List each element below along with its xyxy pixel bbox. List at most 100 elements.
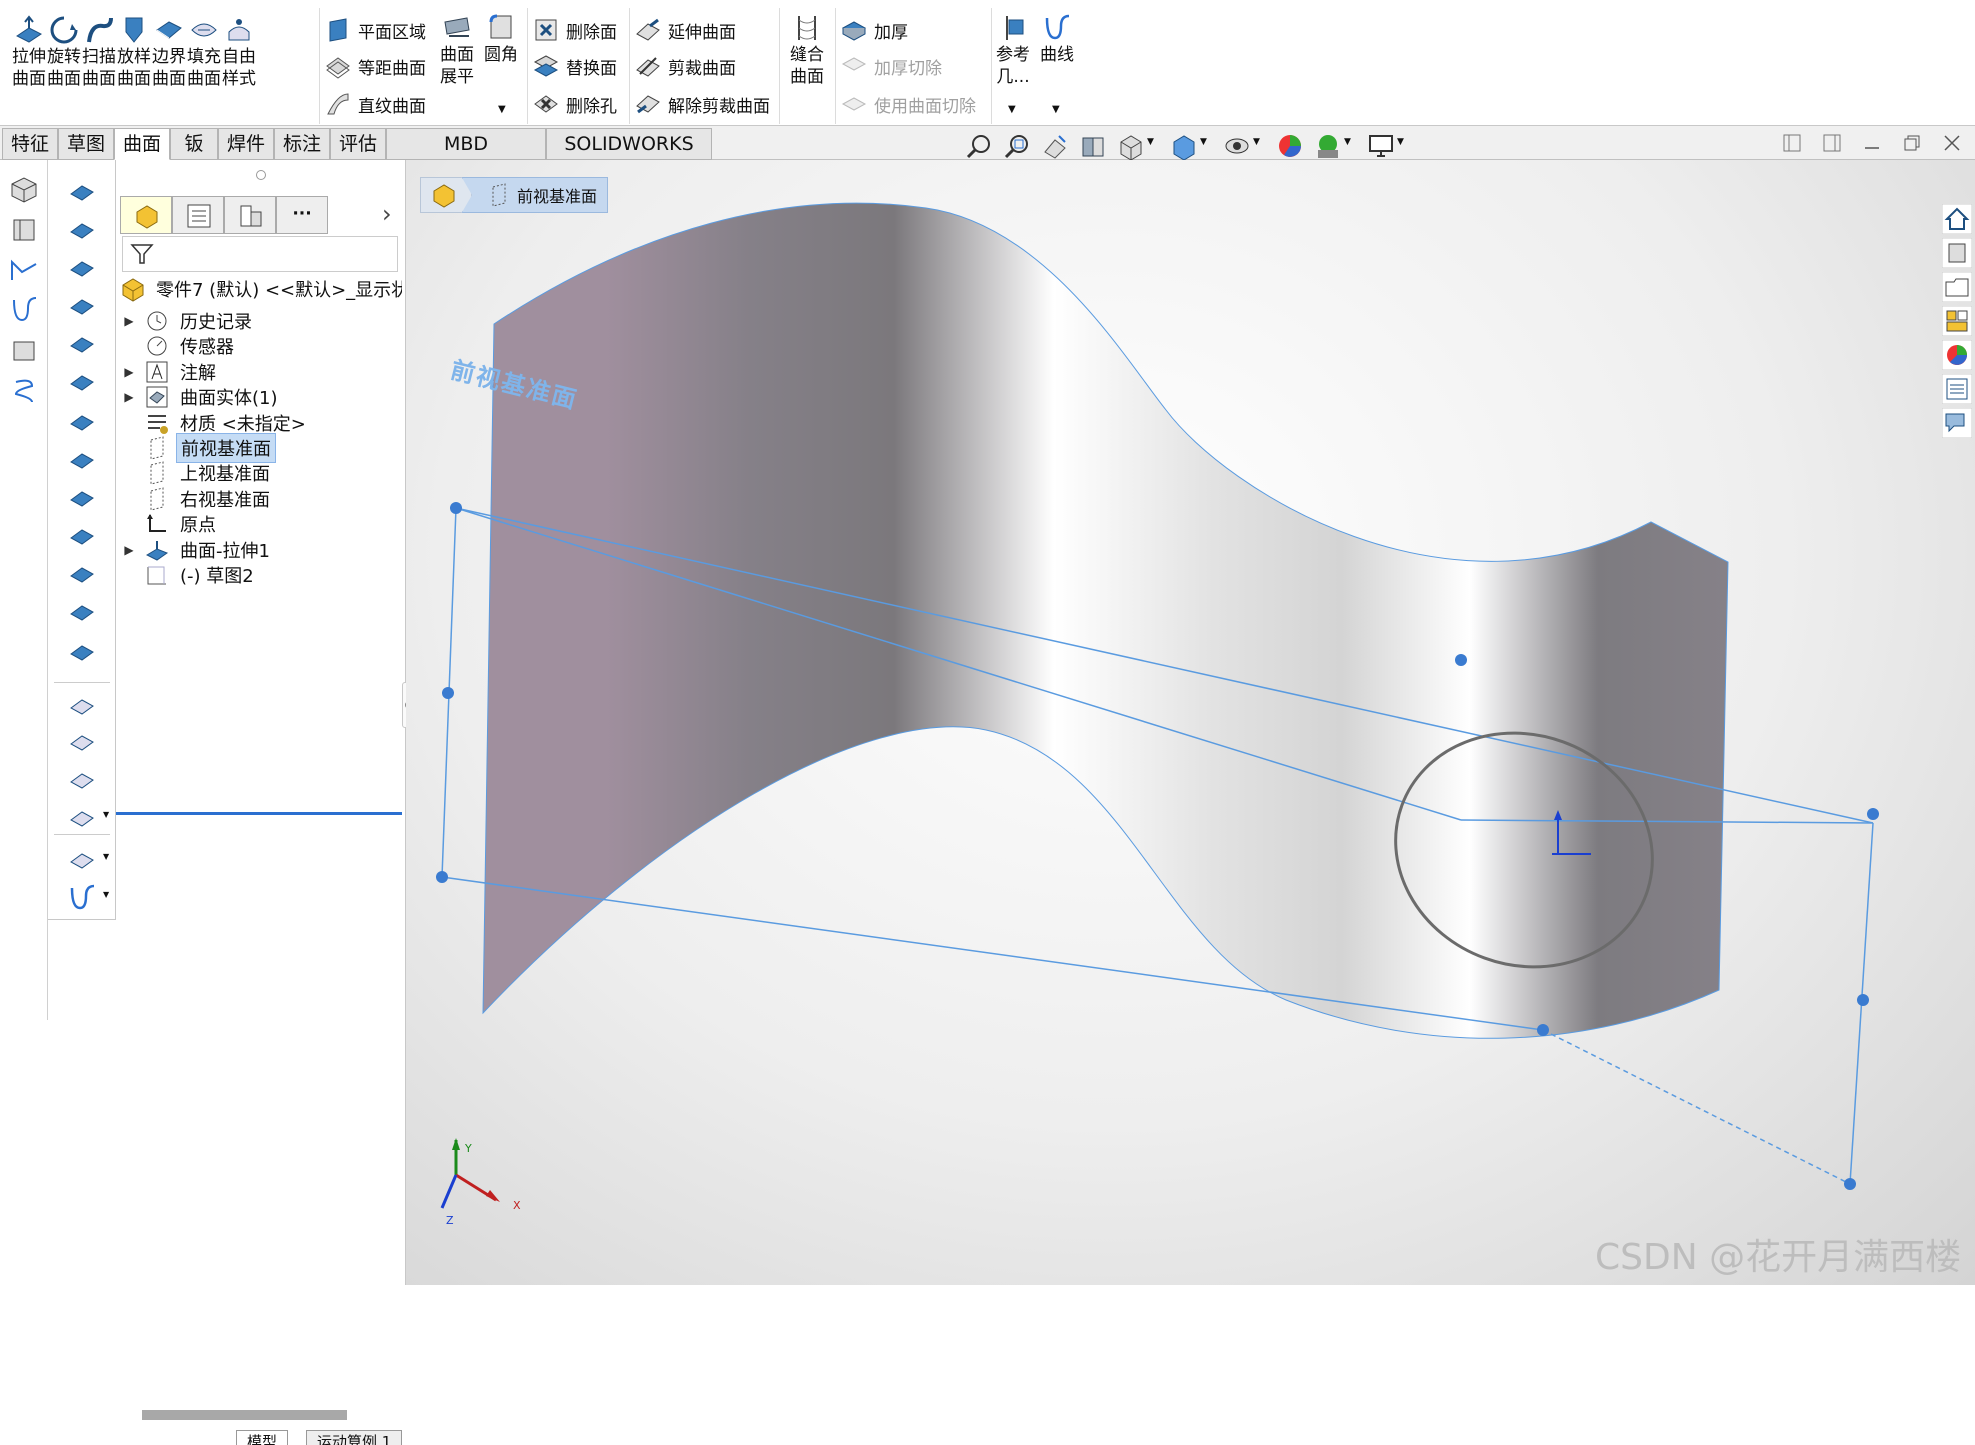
appearances-icon[interactable]	[1942, 340, 1972, 370]
view-orientation-icon[interactable]	[1117, 132, 1145, 160]
tab-6[interactable]: 评估	[330, 128, 386, 160]
view-settings-dropdown-icon[interactable]: ▼	[1397, 137, 1404, 147]
trim-surface-icon[interactable]	[66, 726, 98, 758]
surface-cut-button[interactable]: 使用曲面切除	[840, 88, 976, 120]
curves-icon[interactable]	[66, 882, 98, 914]
surface-body-icon[interactable]	[8, 214, 40, 246]
extend-surface-icon[interactable]	[66, 690, 98, 722]
breadcrumb-part[interactable]	[420, 177, 472, 213]
panel-grip-icon[interactable]	[256, 170, 266, 180]
graphics-area[interactable]: 前视基准面 Y X Z	[406, 160, 1975, 1285]
plane-handle[interactable]	[1455, 654, 1467, 666]
expand-arrow-icon[interactable]: ▶	[122, 390, 136, 404]
feature-tree-tab[interactable]	[120, 196, 172, 234]
planar-surface-button[interactable]: 平面区域	[324, 14, 426, 46]
planar-surface-icon[interactable]	[66, 406, 98, 438]
expand-arrow-icon[interactable]: ▶	[122, 365, 136, 379]
swept-surface-icon[interactable]	[66, 252, 98, 284]
tab-motion-study[interactable]: 运动算例 1	[306, 1430, 403, 1445]
plane-handle[interactable]	[442, 687, 454, 699]
view-settings-icon[interactable]	[1367, 132, 1395, 160]
tab-5[interactable]: 标注	[274, 128, 330, 160]
tile-right-icon[interactable]	[1823, 134, 1841, 152]
ruled-surface-button[interactable]: 直纹曲面	[324, 88, 426, 120]
plane-handle[interactable]	[1844, 1178, 1856, 1190]
edit-appearance-icon[interactable]	[1276, 132, 1304, 160]
plane-handle[interactable]	[436, 871, 448, 883]
tab-7[interactable]: MBD Dimensions	[386, 128, 546, 185]
tree-filter[interactable]	[122, 236, 398, 272]
apply-scene-dropdown-icon[interactable]: ▼	[1344, 137, 1351, 147]
tab-8[interactable]: SOLIDWORKS 插件	[546, 128, 712, 185]
extruded-surface-body[interactable]	[482, 202, 1729, 1039]
extruded-surface-icon[interactable]	[66, 176, 98, 208]
tab-4[interactable]: 焊件	[218, 128, 274, 160]
display-style-dropdown-icon[interactable]: ▼	[1200, 137, 1207, 147]
thicken-button[interactable]: 加厚	[840, 14, 908, 46]
apply-scene-icon[interactable]	[1314, 132, 1342, 160]
reference-dropdown-icon[interactable]: ▼	[1008, 104, 1016, 115]
plane-handle[interactable]	[1857, 994, 1869, 1006]
fillet-button[interactable]: 圆角	[480, 12, 522, 66]
more-dropdown-icon[interactable]: ▼	[498, 104, 506, 115]
replace-face-button[interactable]: 替换面	[532, 50, 617, 82]
reference-geometry-button[interactable]: 参考 几...	[992, 12, 1034, 88]
delete-face-icon[interactable]	[66, 558, 98, 590]
close-icon[interactable]	[1943, 134, 1961, 152]
curve-icon[interactable]	[8, 294, 40, 326]
revolved-surface-icon[interactable]	[66, 214, 98, 246]
boundary-surface-icon[interactable]	[66, 328, 98, 360]
untrim-surface-icon[interactable]	[66, 764, 98, 796]
section-view-icon[interactable]	[1079, 132, 1107, 160]
tree-root-part[interactable]: 零件7 (默认) <<默认>_显示状态	[120, 274, 402, 304]
expand-arrow-icon[interactable]: ▶	[122, 543, 136, 557]
reference-geometry-icon[interactable]	[66, 844, 98, 876]
curves-dropdown-icon[interactable]: ▼	[1052, 104, 1060, 115]
view-palette-icon[interactable]	[1942, 306, 1972, 336]
forum-icon[interactable]	[1942, 408, 1972, 438]
freeform-icon[interactable]	[66, 444, 98, 476]
design-library-icon[interactable]	[1942, 238, 1972, 268]
box-icon[interactable]	[8, 174, 40, 206]
thicken-dropdown-icon[interactable]: ▼	[103, 810, 109, 819]
hide-show-dropdown-icon[interactable]: ▼	[1253, 137, 1260, 147]
tab-model[interactable]: 模型	[236, 1430, 289, 1445]
plane-handle[interactable]	[450, 502, 462, 514]
lofted-surface-icon[interactable]	[66, 290, 98, 322]
offset-surface-icon[interactable]	[66, 482, 98, 514]
plane-handle[interactable]	[1867, 808, 1879, 820]
sketch-line-icon[interactable]	[8, 254, 40, 286]
thicken-cut-button[interactable]: 加厚切除	[840, 50, 942, 82]
delete-face-button[interactable]: 删除面	[532, 14, 617, 46]
ruled-surface-icon[interactable]	[66, 520, 98, 552]
offset-surface-button[interactable]: 等距曲面	[324, 50, 426, 82]
knit-surface-icon[interactable]	[66, 636, 98, 668]
freeform-button[interactable]: 自由 样式	[218, 14, 260, 90]
configuration-manager-tab[interactable]	[224, 196, 276, 234]
chevron-right-icon[interactable]: ›	[382, 200, 392, 228]
thicken-icon[interactable]	[66, 802, 98, 834]
delete-hole-button[interactable]: 删除孔	[532, 88, 617, 120]
tree-item-10[interactable]: (-) 草图2	[122, 560, 258, 590]
file-explorer-icon[interactable]	[1942, 272, 1972, 302]
horizontal-scrollbar[interactable]	[142, 1410, 347, 1420]
knit-surface-button[interactable]: 缝合 曲面	[786, 12, 828, 88]
tab-2[interactable]: 曲面	[114, 128, 170, 160]
untrim-surface-button[interactable]: 解除剪裁曲面	[634, 88, 770, 120]
home-icon[interactable]	[1942, 204, 1972, 234]
expand-arrow-icon[interactable]: ▶	[122, 314, 136, 328]
plane-handle[interactable]	[1537, 1024, 1549, 1036]
zoom-to-fit-icon[interactable]	[965, 132, 993, 160]
surface-flatten-button[interactable]: 曲面 展平	[436, 12, 478, 88]
curves-dropdown-icon[interactable]: ▼	[103, 890, 109, 899]
helix-icon[interactable]	[8, 374, 40, 406]
extend-surface-button[interactable]: 延伸曲面	[634, 14, 736, 46]
tab-3[interactable]: 钣金	[170, 128, 218, 185]
custom-properties-icon[interactable]	[1942, 374, 1972, 404]
display-style-icon[interactable]	[1170, 132, 1198, 160]
more-tabs-button[interactable]: ···	[276, 196, 328, 234]
tab-0[interactable]: 特征	[2, 128, 58, 160]
trim-surface-button[interactable]: 剪裁曲面	[634, 50, 736, 82]
reference-dropdown-icon[interactable]: ▼	[103, 852, 109, 861]
tile-left-icon[interactable]	[1783, 134, 1801, 152]
